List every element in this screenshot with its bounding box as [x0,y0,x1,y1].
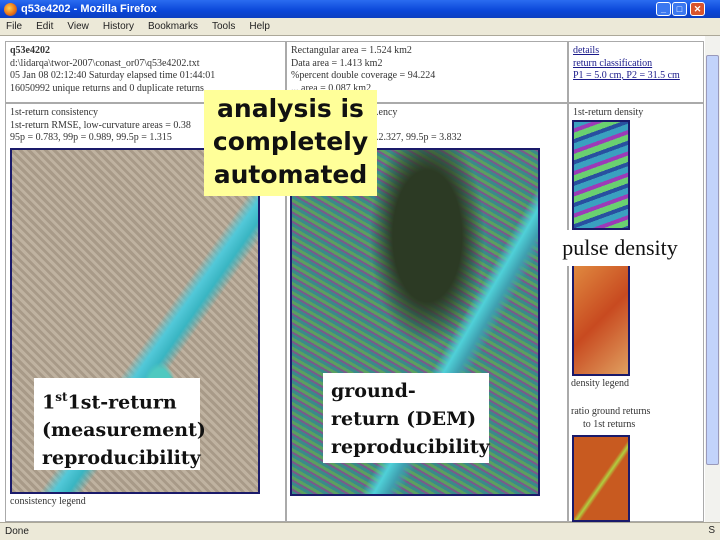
menu-bookmarks[interactable]: Bookmarks [148,21,198,32]
status-text: Done [5,526,29,537]
timestamp: 05 Jan 08 02:12:40 Saturday elapsed time… [10,70,216,81]
density-thumbnail-2[interactable] [572,262,630,376]
rect-area: Rectangular area = 1.524 km2 [291,45,412,56]
details-link[interactable]: details [573,45,699,58]
menu-edit[interactable]: Edit [36,21,53,32]
menu-file[interactable]: File [6,21,22,32]
scrollbar-thumb[interactable] [706,55,719,465]
ground-return-callout: ground-return (DEM) reproducibility [323,373,490,463]
consistency-legend-link[interactable]: consistency legend [10,496,86,509]
superscript: st [55,390,68,404]
menu-help[interactable]: Help [249,21,270,32]
window-title: q53e4202 - Mozilla Firefox [21,3,157,15]
menu-bar: File Edit View History Bookmarks Tools H… [0,18,720,36]
double-coverage: %percent double coverage = 94.224 [291,70,436,81]
density-legend-link[interactable]: density legend [571,378,629,391]
ratio-title: ratio ground returns [571,406,651,417]
density-thumbnail[interactable] [572,120,630,230]
p-params-link[interactable]: P1 = 5.0 cm, P2 = 31.5 cm [573,70,699,83]
title-bar: q53e4202 - Mozilla Firefox [0,0,720,18]
menu-history[interactable]: History [103,21,134,32]
ratio-thumbnail[interactable] [572,435,630,522]
menu-tools[interactable]: Tools [212,21,235,32]
data-area: Data area = 1.413 km2 [291,57,383,69]
automated-callout: analysis is completely automated [204,90,377,196]
menu-view[interactable]: View [67,21,89,32]
close-button[interactable]: ✕ [690,2,705,16]
file-path: d:\lidarqa\twor-2007\conast_or07\q53e420… [10,57,200,69]
minimize-button[interactable]: _ [656,2,671,16]
return-classification-link[interactable]: return classification [573,58,699,71]
first-return-text: 1st-return (measurement) reproducibility [42,391,206,470]
ratio-title-2: to 1st returns [583,419,636,430]
firefox-logo-icon [4,2,17,16]
density-title: 1st-return density [573,107,644,118]
status-bar: Done S [0,522,720,540]
pulse-density-callout: pulse density [550,230,690,266]
status-icon: S [708,525,715,536]
first-return-callout: 1st1st-return (measurement) reproducibil… [34,378,206,470]
file-id: q53e4202 [10,45,50,56]
links-cell: details return classification P1 = 5.0 c… [568,41,704,103]
maximize-button[interactable]: □ [672,2,687,16]
